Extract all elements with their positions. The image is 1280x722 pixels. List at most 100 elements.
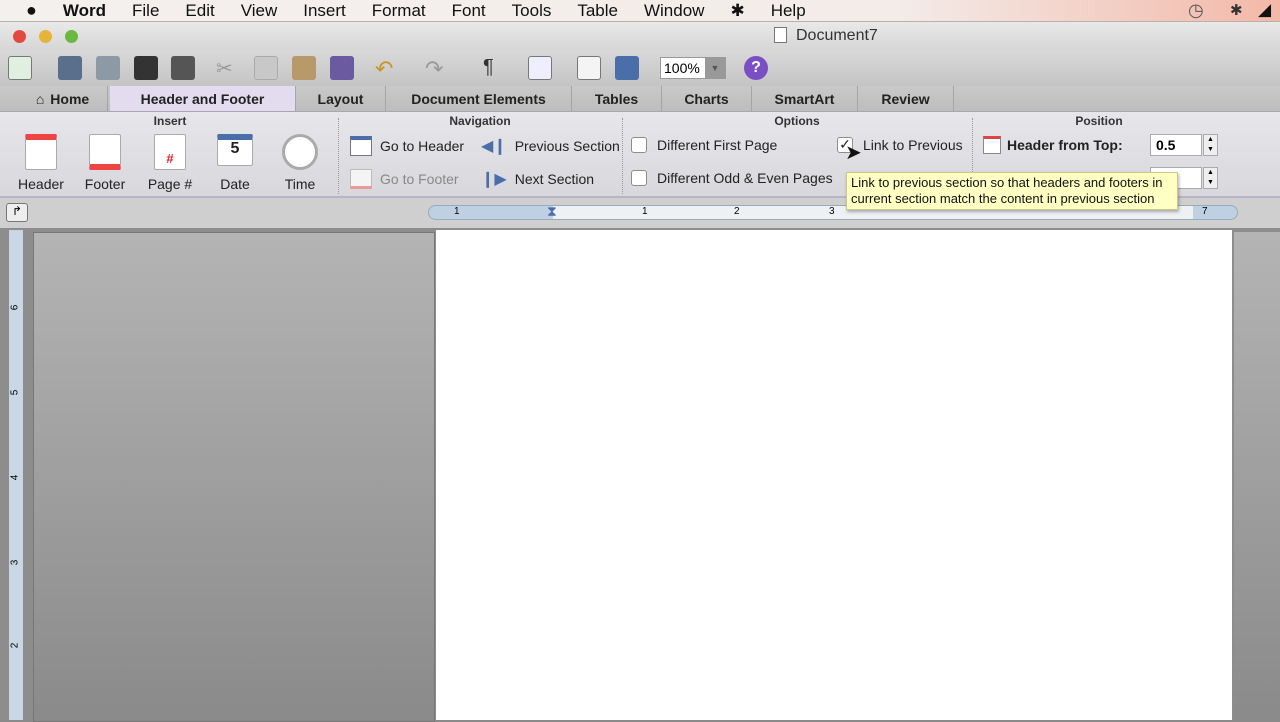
header-from-top-stepper[interactable]: ▲ ▼ bbox=[1203, 134, 1218, 156]
go-to-header-button[interactable]: Go to Header bbox=[350, 136, 464, 156]
menu-font[interactable]: Font bbox=[439, 1, 499, 21]
header-icon bbox=[25, 134, 57, 170]
separator bbox=[338, 118, 339, 194]
footer-button[interactable]: Footer bbox=[78, 134, 132, 192]
calendar-icon: 5 bbox=[217, 134, 253, 166]
clock-icon bbox=[282, 134, 318, 170]
paste-icon[interactable] bbox=[292, 56, 316, 80]
page-number-button[interactable]: # Page # bbox=[143, 134, 197, 192]
tab-smartart[interactable]: SmartArt bbox=[752, 86, 858, 111]
home-icon: ⌂ bbox=[35, 90, 45, 107]
zoom-select[interactable]: 100% ▼ bbox=[660, 57, 726, 79]
ruler-label: 2 bbox=[734, 206, 740, 217]
tab-document-elements[interactable]: Document Elements bbox=[386, 86, 572, 111]
menu-table[interactable]: Table bbox=[564, 1, 631, 21]
toolbox-icon[interactable] bbox=[577, 56, 601, 80]
checkbox[interactable] bbox=[631, 170, 647, 186]
vertical-ruler[interactable]: 6 5 4 3 2 bbox=[9, 230, 23, 720]
new-document-icon[interactable] bbox=[8, 56, 32, 80]
next-page bbox=[1234, 232, 1280, 722]
media-browser-icon[interactable] bbox=[615, 56, 639, 80]
menu-edit[interactable]: Edit bbox=[172, 1, 227, 21]
different-first-page-checkbox[interactable]: Different First Page bbox=[631, 137, 777, 153]
ruler-label: 2 bbox=[9, 642, 21, 649]
date-button[interactable]: 5 Date bbox=[208, 134, 262, 192]
close-button[interactable] bbox=[13, 30, 26, 43]
tab-home[interactable]: ⌂ Home bbox=[18, 86, 108, 111]
tooltip: Link to previous section so that headers… bbox=[846, 172, 1178, 210]
menu-window[interactable]: Window bbox=[631, 1, 717, 21]
zoom-value: 100% bbox=[664, 60, 700, 76]
time-button[interactable]: Time bbox=[273, 134, 327, 192]
next-section-icon: ❙▶ bbox=[481, 171, 507, 188]
tab-tables[interactable]: Tables bbox=[572, 86, 662, 111]
different-odd-even-checkbox[interactable]: Different Odd & Even Pages bbox=[631, 170, 833, 186]
bluetooth-icon[interactable]: ✱ bbox=[1230, 1, 1243, 19]
window-title: Document7 bbox=[796, 27, 878, 44]
footer-from-bottom-stepper[interactable]: ▲ ▼ bbox=[1203, 167, 1218, 189]
header-button[interactable]: Header bbox=[14, 134, 68, 192]
menu-help[interactable]: Help bbox=[758, 1, 819, 21]
undo-icon[interactable]: ↶ bbox=[375, 56, 399, 81]
copy-icon[interactable] bbox=[254, 56, 278, 80]
go-to-footer-icon bbox=[350, 169, 372, 189]
header-from-top-input[interactable]: 0.5 bbox=[1150, 134, 1202, 156]
indent-marker[interactable]: ⧗ bbox=[547, 203, 557, 220]
menu-format[interactable]: Format bbox=[359, 1, 439, 21]
group-title-position: Position bbox=[1075, 114, 1123, 128]
save-icon[interactable] bbox=[134, 56, 158, 80]
sidebar-icon[interactable] bbox=[528, 56, 552, 80]
minimize-button[interactable] bbox=[39, 30, 52, 43]
zoom-button[interactable] bbox=[65, 30, 78, 43]
go-to-footer-button[interactable]: Go to Footer bbox=[350, 169, 459, 189]
time-machine-icon[interactable]: ◷ bbox=[1188, 0, 1204, 21]
format-painter-icon[interactable] bbox=[330, 56, 354, 80]
go-to-header-icon bbox=[350, 136, 372, 156]
checkbox[interactable] bbox=[631, 137, 647, 153]
tab-stop-selector[interactable]: ↱ bbox=[6, 203, 28, 222]
gallery-icon[interactable] bbox=[58, 56, 82, 80]
ribbon-tabs: ⌂ Home Header and Footer Layout Document … bbox=[0, 86, 1280, 112]
next-section-button[interactable]: ❙▶ Next Section bbox=[481, 169, 594, 189]
mouse-cursor-icon: ➤ bbox=[845, 142, 862, 164]
pilcrow-icon[interactable]: ¶ bbox=[483, 56, 507, 80]
header-position-icon bbox=[983, 136, 1001, 154]
ruler-label: 3 bbox=[9, 559, 21, 566]
print-icon[interactable] bbox=[171, 56, 195, 80]
menu-word[interactable]: Word bbox=[50, 1, 119, 21]
ruler-label: 1 bbox=[642, 206, 648, 217]
menu-bar: ● Word File Edit View Insert Format Font… bbox=[0, 0, 1280, 22]
ruler-label: 5 bbox=[9, 389, 21, 396]
document-area: 6 5 4 3 2 bbox=[0, 228, 1280, 722]
previous-page bbox=[33, 232, 435, 722]
cut-icon[interactable]: ✂ bbox=[216, 56, 240, 80]
document-page[interactable] bbox=[436, 230, 1232, 720]
wifi-icon[interactable]: ◢ bbox=[1258, 0, 1271, 20]
menu-file[interactable]: File bbox=[119, 1, 172, 21]
apple-icon[interactable]: ● bbox=[0, 0, 50, 21]
previous-section-icon: ◀❙ bbox=[481, 138, 507, 155]
group-title-insert: Insert bbox=[153, 114, 187, 128]
script-icon[interactable]: ✱ bbox=[717, 1, 757, 21]
standard-toolbar: ✂ ↶ ↷ ¶ 100% ▼ ? bbox=[0, 50, 1280, 86]
ruler-label: 7 bbox=[1202, 206, 1208, 217]
open-icon[interactable] bbox=[96, 56, 120, 80]
help-icon[interactable]: ? bbox=[744, 56, 768, 80]
chevron-down-icon: ▼ bbox=[705, 58, 725, 78]
tab-review[interactable]: Review bbox=[858, 86, 954, 111]
menu-tools[interactable]: Tools bbox=[499, 1, 565, 21]
menu-insert[interactable]: Insert bbox=[290, 1, 359, 21]
tab-charts[interactable]: Charts bbox=[662, 86, 752, 111]
document-icon bbox=[774, 27, 787, 43]
separator bbox=[622, 118, 623, 194]
tab-header-and-footer[interactable]: Header and Footer bbox=[110, 86, 296, 111]
ruler-label: 6 bbox=[9, 304, 21, 311]
page-number-icon: # bbox=[154, 134, 186, 170]
redo-icon[interactable]: ↷ bbox=[425, 56, 449, 81]
ruler-label: 4 bbox=[9, 474, 21, 481]
footer-icon bbox=[89, 134, 121, 170]
previous-section-button[interactable]: ◀❙ Previous Section bbox=[481, 136, 620, 156]
header-from-top-label: Header from Top: bbox=[983, 136, 1123, 154]
tab-layout[interactable]: Layout bbox=[296, 86, 386, 111]
menu-view[interactable]: View bbox=[228, 1, 291, 21]
